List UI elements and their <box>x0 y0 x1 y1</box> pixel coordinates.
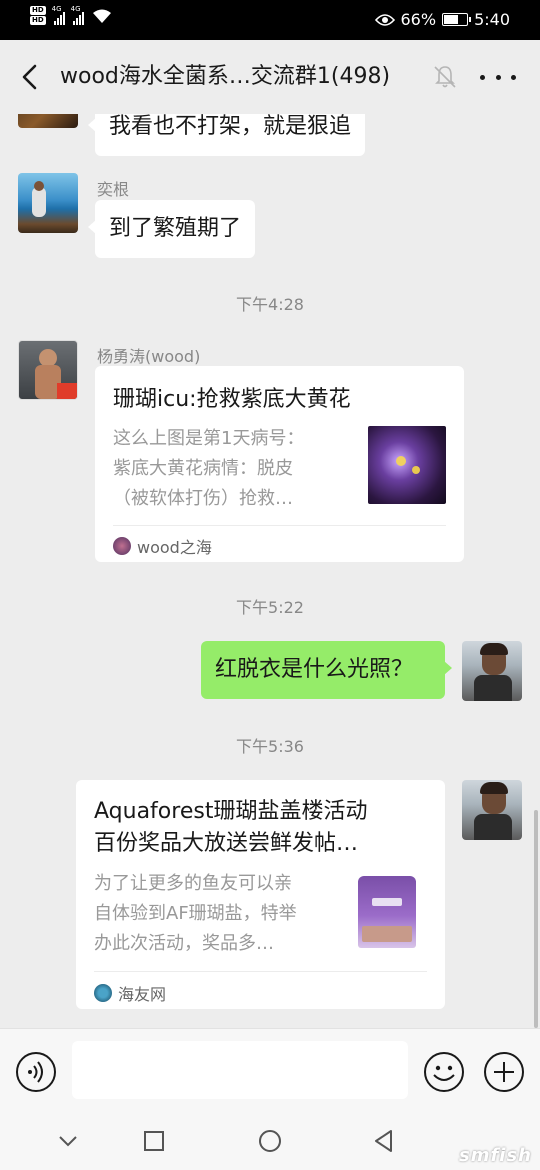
card-divider <box>94 971 427 972</box>
watermark-logo: smfish <box>459 1145 532 1166</box>
avatar-self[interactable] <box>462 780 522 840</box>
card-description: 为了让更多的鱼友可以亲 自体验到AF珊瑚盐，特举 办此次活动，奖品多… <box>94 873 297 954</box>
system-nav-bar: smfish <box>0 1110 540 1170</box>
eye-icon <box>374 13 395 26</box>
card-source: wood之海 <box>113 534 212 558</box>
battery-percent: 66% <box>400 10 437 29</box>
chat-title: wood海水全菌系…交流群1(498) <box>60 64 391 89</box>
back-arrow-icon[interactable] <box>16 62 46 92</box>
message-input[interactable] <box>72 1041 408 1099</box>
sender-name: 奕根 <box>97 180 130 199</box>
source-logo-icon <box>94 984 112 1002</box>
card-divider <box>113 525 446 526</box>
timestamp: 下午4:28 <box>236 295 304 314</box>
card-description: 这么上图是第1天病号： 紫底大黄花病情：脱皮 （被软体打伤）抢救… <box>113 428 305 509</box>
card-thumbnail <box>368 426 446 504</box>
wifi-icon <box>92 9 111 23</box>
timestamp: 下午5:22 <box>236 598 304 617</box>
back-triangle-icon[interactable] <box>371 1128 397 1154</box>
input-bar <box>0 1028 540 1110</box>
bell-off-icon <box>434 66 456 88</box>
link-card[interactable]: 珊瑚icu:抢救紫底大黄花 这么上图是第1天病号： 紫底大黄花病情：脱皮 （被软… <box>95 366 464 562</box>
voice-icon[interactable] <box>15 1051 57 1093</box>
message-bubble[interactable]: 到了繁殖期了 <box>87 200 256 258</box>
avatar[interactable] <box>18 114 78 128</box>
message-bubble-outgoing[interactable]: 红脱衣是什么光照？ <box>201 641 452 699</box>
card-title: Aquaforest珊瑚盐盖楼活动 百份奖品大放送尝鲜发帖… <box>94 799 368 856</box>
recents-square-icon[interactable] <box>141 1128 167 1154</box>
source-avatar-icon <box>113 537 131 555</box>
card-source: 海友网 <box>94 981 166 1005</box>
message-list[interactable]: 我看也不打架，就是狠追 奕根 到了繁殖期了 下午4:28 杨勇涛(wood) 珊… <box>0 114 540 1028</box>
card-title: 珊瑚icu:抢救紫底大黄花 <box>113 387 351 412</box>
status-bar: HD HD 4G 4G 66% 5:40 <box>0 0 540 40</box>
hd-indicator: HD HD <box>30 6 46 25</box>
clock: 5:40 <box>474 10 510 29</box>
chevron-down-icon[interactable] <box>55 1128 81 1154</box>
plus-icon[interactable] <box>483 1051 525 1093</box>
emoji-icon[interactable] <box>423 1051 465 1093</box>
link-card-outgoing[interactable]: Aquaforest珊瑚盐盖楼活动 百份奖品大放送尝鲜发帖… 为了让更多的鱼友可… <box>76 780 445 1009</box>
sender-name: 杨勇涛(wood) <box>97 347 201 366</box>
more-dots-icon[interactable] <box>480 67 516 87</box>
signal-icon-2: 4G <box>71 5 84 25</box>
avatar-self[interactable] <box>462 641 522 701</box>
avatar[interactable] <box>18 340 78 400</box>
message-bubble[interactable]: 我看也不打架，就是狠追 <box>87 114 366 156</box>
home-circle-icon[interactable] <box>257 1128 283 1154</box>
card-thumbnail <box>348 872 428 952</box>
avatar[interactable] <box>18 173 78 233</box>
battery-icon <box>442 13 472 26</box>
signal-icon: 4G <box>52 5 65 25</box>
timestamp: 下午5:36 <box>236 737 304 756</box>
scrollbar[interactable] <box>534 810 538 1028</box>
chat-header: wood海水全菌系…交流群1(498) <box>0 40 540 114</box>
